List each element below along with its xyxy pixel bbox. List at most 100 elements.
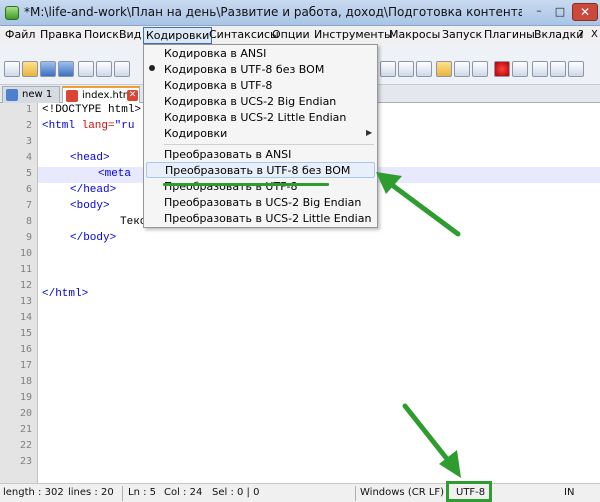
maximize-button[interactable]: □ bbox=[551, 4, 569, 21]
encoding-dropdown-menu: Кодировка в ANSI Кодировка в UTF-8 без B… bbox=[143, 44, 378, 228]
line-number: 4 bbox=[25, 152, 32, 163]
menu-edit[interactable]: Правка bbox=[38, 27, 84, 44]
stop-macro-icon[interactable] bbox=[512, 61, 528, 77]
status-length: length : 302 bbox=[3, 487, 64, 498]
minimize-button[interactable]: – bbox=[530, 4, 548, 21]
line-number: 18 bbox=[19, 376, 32, 387]
status-separator bbox=[122, 486, 123, 501]
file-icon bbox=[6, 89, 18, 101]
tab-index-html[interactable]: index.html ✕ bbox=[62, 86, 140, 104]
new-file-icon[interactable] bbox=[4, 61, 20, 77]
print-icon[interactable] bbox=[114, 61, 130, 77]
folder-panel-icon[interactable] bbox=[436, 61, 452, 77]
code-line-7: <body> bbox=[70, 200, 110, 212]
close-button[interactable]: ✕ bbox=[572, 3, 598, 21]
line-number: 8 bbox=[25, 216, 32, 227]
menu-encode-utf8-no-bom[interactable]: Кодировка в UTF-8 без BOM bbox=[164, 62, 374, 78]
menu-macros[interactable]: Макросы bbox=[387, 27, 442, 44]
code-line-1: <!DOCTYPE html> bbox=[42, 104, 141, 116]
menu-convert-utf8-no-bom[interactable]: Преобразовать в UTF-8 без BOM bbox=[146, 162, 375, 178]
menu-separator bbox=[164, 144, 374, 145]
menu-encode-ucs2-le[interactable]: Кодировка в UCS-2 Little Endian bbox=[164, 110, 374, 126]
notepad-plus-plus-icon bbox=[5, 6, 19, 20]
menu-view[interactable]: Вид bbox=[117, 27, 143, 44]
menu-encode-ansi[interactable]: Кодировка в ANSI bbox=[164, 46, 374, 62]
menu-convert-utf8[interactable]: Преобразовать в UTF-8 bbox=[164, 179, 374, 195]
status-separator bbox=[355, 486, 356, 501]
html-tag: <html bbox=[42, 120, 82, 132]
line-number: 12 bbox=[19, 280, 32, 291]
status-col: Col : 24 bbox=[164, 487, 203, 498]
annotation-underline bbox=[163, 183, 329, 186]
submenu-arrow-icon: ▶ bbox=[366, 128, 373, 137]
doctype-text: <!DOCTYPE html> bbox=[42, 104, 142, 116]
menu-plugins[interactable]: Плагины bbox=[482, 27, 537, 44]
line-number: 7 bbox=[25, 200, 32, 211]
close-document-x[interactable]: X bbox=[589, 27, 600, 44]
function-list-icon[interactable] bbox=[472, 61, 488, 77]
line-number: 15 bbox=[19, 328, 32, 339]
window-title: *M:\life-and-work\План на день\Развитие … bbox=[24, 5, 522, 19]
line-number: 13 bbox=[19, 296, 32, 307]
line-number: 1 bbox=[25, 104, 32, 115]
annotation-arrow-status bbox=[402, 403, 461, 478]
status-sel: Sel : 0 | 0 bbox=[212, 487, 260, 498]
save-icon[interactable] bbox=[40, 61, 56, 77]
play-macro-icon[interactable] bbox=[532, 61, 548, 77]
doc-map-icon[interactable] bbox=[454, 61, 470, 77]
line-number: 16 bbox=[19, 344, 32, 355]
selected-radio-icon bbox=[149, 65, 155, 71]
line-number: 17 bbox=[19, 360, 32, 371]
menu-encode-ucs2-be[interactable]: Кодировка в UCS-2 Big Endian bbox=[164, 94, 374, 110]
line-number-gutter: 1 2 3 4 5 6 7 8 9 10 11 12 13 14 15 16 1… bbox=[0, 103, 38, 483]
line-number: 14 bbox=[19, 312, 32, 323]
close-file-icon[interactable] bbox=[78, 61, 94, 77]
line-number: 5 bbox=[25, 168, 32, 179]
status-eol: Windows (CR LF) bbox=[360, 487, 445, 498]
save-all-icon[interactable] bbox=[58, 61, 74, 77]
status-insert-mode: IN bbox=[564, 487, 575, 498]
menu-encode-utf8[interactable]: Кодировка в UTF-8 bbox=[164, 78, 374, 94]
menu-convert-ansi[interactable]: Преобразовать в ANSI bbox=[164, 147, 374, 163]
close-all-icon[interactable] bbox=[96, 61, 112, 77]
indent-guide-icon[interactable] bbox=[398, 61, 414, 77]
modified-file-icon bbox=[66, 90, 78, 102]
line-number: 21 bbox=[19, 424, 32, 435]
annotation-encoding-box bbox=[446, 481, 492, 502]
status-ln: Ln : 5 bbox=[128, 487, 156, 498]
menu-convert-ucs2-be[interactable]: Преобразовать в UCS-2 Big Endian bbox=[164, 195, 374, 211]
menu-help[interactable]: ? bbox=[576, 27, 586, 44]
code-line-2: <html lang="ru bbox=[42, 120, 134, 132]
status-bar: length : 302 lines : 20 Ln : 5 Col : 24 … bbox=[0, 483, 600, 502]
menu-search[interactable]: Поиск bbox=[82, 27, 121, 44]
menu-run[interactable]: Запуск bbox=[440, 27, 484, 44]
open-folder-icon[interactable] bbox=[22, 61, 38, 77]
tab-new-1[interactable]: new 1 bbox=[2, 86, 60, 103]
show-all-chars-icon[interactable] bbox=[416, 61, 432, 77]
menu-convert-ucs2-le[interactable]: Преобразовать в UCS-2 Little Endian bbox=[164, 211, 374, 227]
play-multiple-icon[interactable] bbox=[550, 61, 566, 77]
save-macro-icon[interactable] bbox=[568, 61, 584, 77]
line-number: 6 bbox=[25, 184, 32, 195]
wrap-icon[interactable] bbox=[380, 61, 396, 77]
menu-file[interactable]: Файл bbox=[3, 27, 37, 44]
close-tab-icon[interactable]: ✕ bbox=[127, 90, 138, 101]
code-line-4: <head> bbox=[70, 152, 110, 164]
menu-options[interactable]: Опции bbox=[270, 27, 312, 44]
lang-value: "ru bbox=[114, 120, 135, 132]
record-macro-icon[interactable] bbox=[494, 61, 510, 77]
menu-encoding[interactable]: Кодировки bbox=[143, 27, 213, 44]
menu-tools[interactable]: Инструменты bbox=[312, 27, 395, 44]
code-line-9: </body> bbox=[70, 232, 117, 244]
code-line-5: <meta bbox=[98, 168, 132, 180]
line-number: 22 bbox=[19, 440, 32, 451]
line-number: 10 bbox=[19, 248, 32, 259]
menu-character-sets[interactable]: Кодировки bbox=[164, 126, 374, 142]
code-line-12: </html> bbox=[42, 288, 89, 300]
menu-bar: Файл Правка Поиск Вид Кодировки Синтакси… bbox=[0, 26, 600, 45]
line-number: 11 bbox=[19, 264, 32, 275]
title-bar: *M:\life-and-work\План на день\Развитие … bbox=[0, 0, 600, 26]
line-number: 23 bbox=[19, 456, 32, 467]
annotation-arrow-menu bbox=[376, 172, 461, 237]
line-number: 2 bbox=[25, 120, 32, 131]
